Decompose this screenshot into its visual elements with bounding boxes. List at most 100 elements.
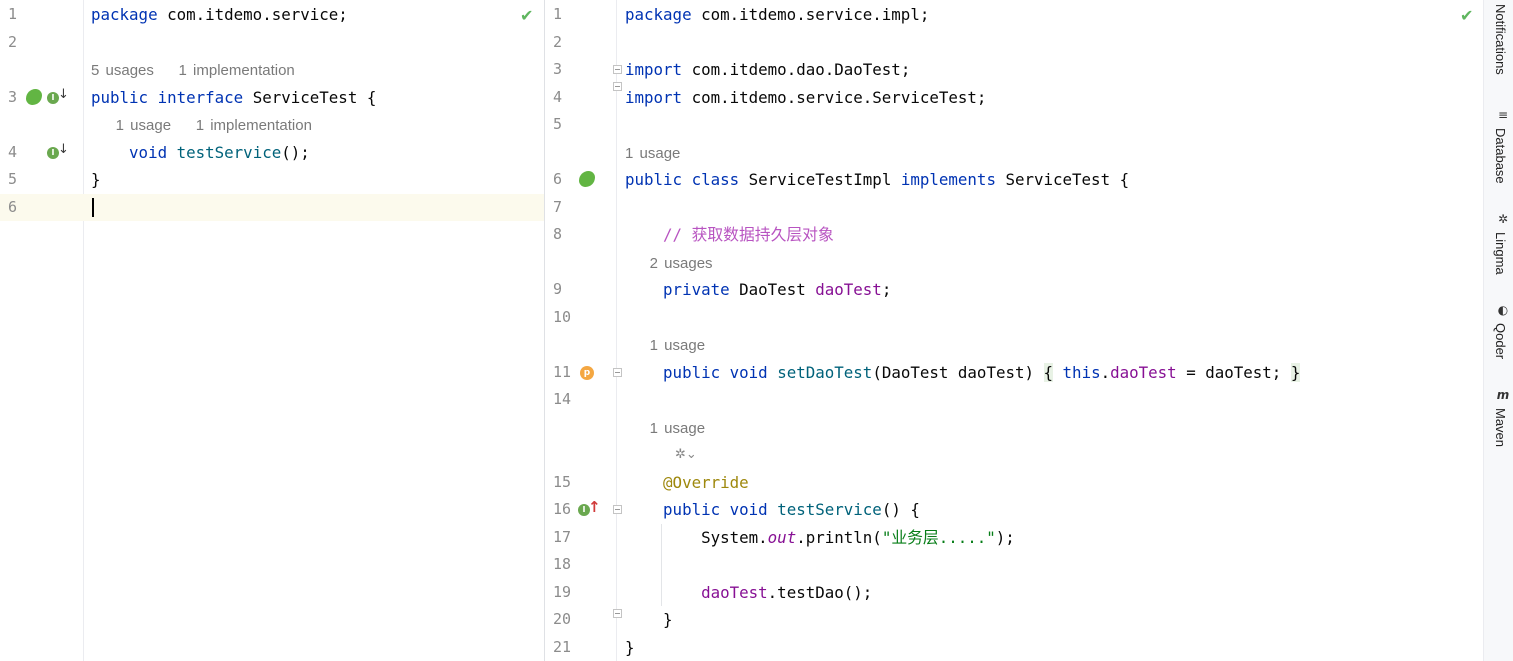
code-line[interactable]: 3 public interface ServiceTest {I ↓ [0, 84, 544, 112]
fold-icon[interactable] [613, 81, 622, 91]
code-line[interactable]: 5 [545, 111, 1483, 139]
code-token: class [691, 170, 740, 189]
ai-hint-row[interactable]: ✲⌄ [545, 441, 1483, 469]
code-line[interactable]: 3 import com.itdemo.dao.DaoTest; [545, 56, 1483, 84]
indent-guide [661, 578, 662, 606]
code-line[interactable]: 10 [545, 304, 1483, 332]
line-number: 4 [553, 87, 563, 106]
go-to-implementation-icon[interactable]: ↓ [58, 87, 69, 102]
code-line[interactable]: 16 public void testService() {I ↑ [545, 496, 1483, 524]
tool-label: Notifications [1493, 4, 1508, 75]
line-number: 1 [8, 5, 18, 23]
code-line[interactable]: 20 } [545, 606, 1483, 634]
code-line[interactable]: 18 [545, 551, 1483, 579]
usage-hint[interactable]: 1 usage 1 implementation [91, 111, 312, 139]
code-text[interactable]: private DaoTest daoTest; [625, 276, 891, 304]
usage-hint-row[interactable]: 2 usages [545, 249, 1483, 277]
usage-hint[interactable]: 5 usages 1 implementation [91, 56, 295, 84]
line-number: 1 [553, 5, 563, 23]
code-text[interactable]: } [625, 634, 635, 661]
code-line[interactable]: 1 package com.itdemo.service; [0, 1, 544, 29]
line-number: 7 [553, 197, 563, 216]
code-line[interactable]: 21} [545, 634, 1483, 661]
code-token: com.itdemo.service.impl; [691, 5, 930, 24]
line-number: 4 [8, 142, 18, 161]
usage-hint-row[interactable]: 1 usage [545, 331, 1483, 359]
code-text[interactable]: public void setDaoTest(DaoTest daoTest) … [625, 359, 1301, 387]
code-text[interactable]: package com.itdemo.service; [91, 1, 348, 29]
code-token: public [625, 170, 683, 189]
usage-hint-row[interactable]: 1 usage [545, 414, 1483, 442]
spring-bean-icon[interactable] [26, 88, 42, 105]
code-token: com.itdemo.service.ServiceTest; [682, 87, 987, 107]
code-text[interactable]: import com.itdemo.service.ServiceTest; [625, 84, 986, 112]
fold-icon[interactable] [613, 367, 622, 377]
code-text[interactable]: @Override [625, 469, 749, 497]
code-text[interactable]: public class ServiceTestImpl implements … [625, 166, 1129, 194]
ai-assistant-icon[interactable]: ✲⌄ [675, 447, 697, 462]
code-token: (); [281, 142, 310, 162]
code-text[interactable]: package com.itdemo.service.impl; [625, 1, 929, 29]
code-line[interactable]: 4 import com.itdemo.service.ServiceTest; [545, 81, 1483, 112]
code-text[interactable]: } [625, 606, 673, 634]
code-line[interactable]: 6 public class ServiceTestImpl implements… [545, 166, 1483, 194]
code-line[interactable]: 19 daoTest.testDao(); [545, 578, 1483, 607]
code-text[interactable]: void testService(); [91, 139, 310, 167]
fold-icon[interactable] [613, 505, 622, 514]
usage-hint[interactable]: 1 usage [625, 331, 705, 359]
go-to-implementation-icon[interactable]: ↓ [58, 142, 69, 157]
line-number: 9 [553, 280, 563, 298]
code-token: import [625, 87, 683, 107]
code-line[interactable]: 8 // 获取数据持久层对象 [545, 221, 1483, 249]
code-token: System. [625, 527, 768, 547]
maven-icon: m [1496, 388, 1510, 402]
code-text[interactable]: // 获取数据持久层对象 [625, 221, 834, 249]
code-line[interactable]: 7 [545, 194, 1483, 222]
code-line[interactable]: 6 [0, 193, 544, 221]
usage-hint-row[interactable]: 5 usages 1 implementation [0, 56, 544, 84]
code-line[interactable]: 2 [545, 29, 1483, 57]
right-code-lines[interactable]: 1 package com.itdemo.service.impl; 2 3 impor… [545, 1, 1483, 661]
right-editor[interactable]: 1 package com.itdemo.service.impl; 2 3 impor… [545, 0, 1483, 661]
code-line[interactable]: 11 public void setDaoTest(DaoTest daoTes… [545, 359, 1483, 387]
line-number: 10 [553, 307, 572, 326]
property-setter-icon[interactable]: p [580, 365, 594, 380]
line-number: 11 [553, 362, 572, 381]
go-to-interface-icon[interactable]: ↑ [588, 498, 601, 516]
code-line[interactable]: 2 [0, 29, 544, 57]
checkmark-icon[interactable]: ✔ [520, 6, 533, 25]
code-line[interactable]: 1 package com.itdemo.service.impl; [545, 1, 1483, 29]
spring-bean-icon[interactable] [579, 171, 595, 187]
usage-hint[interactable]: 1 usage [625, 139, 680, 167]
usage-hint[interactable]: 2 usages [625, 249, 713, 277]
code-text[interactable]: System.out.println("业务层....."); [625, 524, 1015, 552]
code-text[interactable]: } [91, 166, 101, 194]
fold-icon[interactable] [613, 65, 622, 74]
code-token: testService [777, 500, 882, 519]
fold-icon[interactable] [613, 609, 622, 618]
checkmark-icon[interactable]: ✔ [1460, 6, 1473, 25]
code-line[interactable]: 5} [0, 166, 544, 194]
code-text[interactable]: daoTest.testDao(); [625, 579, 872, 607]
code-text[interactable]: public interface ServiceTest { [91, 84, 376, 112]
code-token: void [729, 362, 768, 382]
left-code-lines[interactable]: 1 package com.itdemo.service; 2 5 usages 1 … [0, 1, 544, 221]
left-editor[interactable]: 1 package com.itdemo.service; 2 5 usages 1 … [0, 0, 544, 661]
code-text[interactable]: import com.itdemo.dao.DaoTest; [625, 56, 910, 84]
code-token: ServiceTest { [243, 87, 377, 107]
code-line[interactable]: 9 private DaoTest daoTest; [545, 276, 1483, 304]
usage-hint[interactable]: 1 usage [625, 414, 705, 442]
code-text[interactable]: public void testService() { [625, 496, 920, 524]
code-token: } [625, 610, 673, 629]
code-token: private [663, 280, 730, 299]
code-line[interactable]: 14 [545, 386, 1483, 414]
code-line[interactable]: 4 void testService(); I ↓ [0, 139, 544, 167]
usage-hint-row[interactable]: 1 usage [545, 139, 1483, 167]
usage-hint-row[interactable]: 1 usage 1 implementation [0, 111, 544, 139]
code-line[interactable]: 17 System.out.println("业务层....."); [545, 523, 1483, 552]
code-line[interactable]: 15 @Override [545, 469, 1483, 497]
